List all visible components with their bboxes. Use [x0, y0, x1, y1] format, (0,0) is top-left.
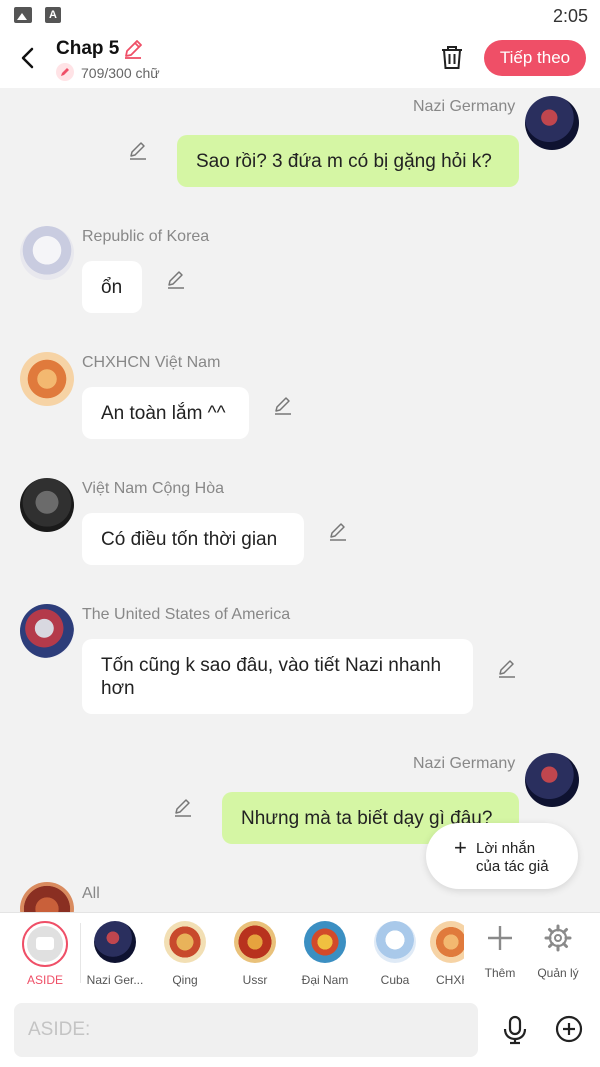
avatar[interactable] — [20, 604, 74, 658]
edit-pencil-icon[interactable] — [273, 396, 293, 416]
message-bubble[interactable]: Sao rồi? 3 đứa m có bị gặng hỏi k? — [177, 135, 519, 187]
avatar — [94, 921, 136, 963]
avatar — [374, 921, 416, 963]
message-bubble[interactable]: An toàn lắm ^^ — [82, 387, 249, 439]
manage-characters-button[interactable]: Quản lý — [533, 923, 583, 980]
character-label: Ussr — [242, 973, 268, 987]
message-bubble[interactable]: ổn — [82, 261, 142, 313]
plus-icon: + — [454, 835, 467, 860]
image-notification-icon — [14, 7, 32, 23]
gear-icon — [544, 924, 572, 952]
add-label: Thêm — [484, 966, 516, 980]
edit-pencil-icon[interactable] — [328, 522, 348, 542]
avatar[interactable] — [20, 478, 74, 532]
message-input[interactable] — [14, 1003, 478, 1057]
sender-name: The United States of America — [82, 606, 291, 623]
avatar — [234, 921, 276, 963]
character-label: CHXH — [436, 973, 464, 987]
avatar — [430, 921, 464, 963]
avatar[interactable] — [20, 352, 74, 406]
character-chip[interactable]: CHXH — [430, 921, 464, 987]
character-chip[interactable]: Cuba — [365, 921, 425, 987]
character-label: Qing — [172, 973, 198, 987]
avatar[interactable] — [525, 753, 579, 807]
input-bar — [0, 995, 600, 1067]
edit-title-pencil-icon[interactable] — [122, 38, 144, 60]
sender-name: Nazi Germany — [413, 755, 516, 772]
sender-name: All — [82, 885, 100, 902]
edit-pencil-icon[interactable] — [173, 798, 193, 818]
avatar[interactable] — [20, 226, 74, 280]
status-bar: A 2:05 — [0, 0, 600, 32]
character-chip-aside[interactable]: ASIDE — [15, 921, 75, 987]
character-label: Đại Nam — [301, 973, 349, 987]
message-bubble[interactable]: Có điều tốn thời gian — [82, 513, 304, 565]
character-chip[interactable]: Đại Nam — [295, 921, 355, 987]
avatar — [164, 921, 206, 963]
sender-name: Nazi Germany — [413, 98, 516, 115]
edit-pencil-icon[interactable] — [497, 659, 517, 679]
header: Chap 5 709/300 chữ Tiếp theo — [0, 32, 600, 88]
character-label: Cuba — [380, 973, 410, 987]
avatar[interactable] — [525, 96, 579, 150]
word-count: 709/300 chữ — [81, 65, 160, 81]
author-note-button[interactable]: + Lời nhắn của tác giả — [426, 823, 578, 889]
chapter-title: Chap 5 — [56, 38, 120, 59]
message-bubble[interactable]: Tốn cũng k sao đâu, vào tiết Nazi nhanh … — [82, 639, 473, 714]
back-arrow-icon[interactable] — [18, 46, 38, 70]
author-note-label-line2: của tác giả — [476, 858, 549, 875]
sender-name: Việt Nam Cộng Hòa — [82, 480, 224, 497]
status-time: 2:05 — [552, 6, 588, 26]
character-chip[interactable]: Ussr — [225, 921, 285, 987]
add-character-button[interactable]: Thêm — [475, 923, 525, 980]
divider — [80, 923, 81, 983]
aside-icon — [22, 921, 68, 967]
sender-name: CHXHCN Việt Nam — [82, 354, 221, 371]
trash-icon[interactable] — [440, 44, 464, 70]
next-button[interactable]: Tiếp theo — [484, 40, 586, 76]
author-note-label-line1: Lời nhắn — [476, 840, 536, 857]
sender-name: Republic of Korea — [82, 228, 210, 245]
microphone-icon[interactable] — [502, 1015, 528, 1045]
character-label: ASIDE — [26, 973, 63, 987]
character-bar: ASIDE Nazi Ger... Qing Ussr Đại Nam Cuba… — [0, 912, 600, 995]
app-notification-icon: A — [45, 7, 61, 23]
plus-icon — [488, 926, 512, 950]
avatar — [304, 921, 346, 963]
edit-pencil-icon[interactable] — [128, 141, 148, 161]
character-label: Nazi Ger... — [86, 973, 144, 987]
manage-label: Quản lý — [537, 966, 579, 980]
edit-pencil-icon[interactable] — [166, 270, 186, 290]
character-chip[interactable]: Nazi Ger... — [85, 921, 145, 987]
character-chip[interactable]: Qing — [155, 921, 215, 987]
add-circle-icon[interactable] — [555, 1015, 583, 1043]
word-count-pencil-icon — [56, 63, 74, 81]
